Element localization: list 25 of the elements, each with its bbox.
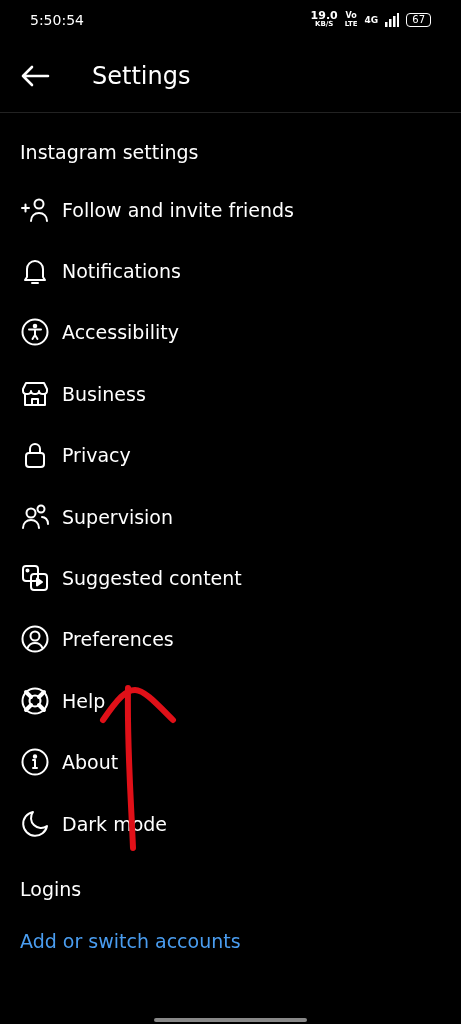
moon-icon (20, 808, 50, 839)
section-header: Instagram settings (20, 140, 200, 165)
network-type: 4G (364, 15, 379, 25)
settings-item[interactable]: Business (20, 363, 441, 425)
media-icon (20, 563, 50, 594)
settings-item[interactable]: Preferences (20, 608, 441, 671)
signal-icon (385, 13, 400, 27)
status-time: 5:50:54 (30, 12, 84, 28)
settings-item[interactable]: Supervision (20, 485, 441, 548)
settings-item[interactable]: About (20, 731, 441, 793)
info-icon (20, 747, 50, 778)
settings-item[interactable]: Notifications (20, 240, 441, 302)
page-title: Settings (92, 62, 191, 90)
settings-item[interactable]: Accessibility (20, 301, 441, 364)
settings-item[interactable]: Follow and invite friends (20, 179, 441, 241)
lifebuoy-icon (20, 685, 50, 716)
back-arrow-icon[interactable] (20, 65, 50, 87)
settings-item[interactable]: Suggested content (20, 547, 441, 609)
settings-item[interactable]: Help (20, 670, 441, 732)
settings-item[interactable]: Privacy (20, 424, 441, 486)
accessibility-icon (20, 317, 50, 348)
battery-indicator: 67 (406, 13, 431, 27)
profile-icon (20, 624, 50, 655)
add-account-link[interactable]: Add or switch accounts (20, 926, 241, 957)
section-header: Logins (20, 877, 83, 903)
